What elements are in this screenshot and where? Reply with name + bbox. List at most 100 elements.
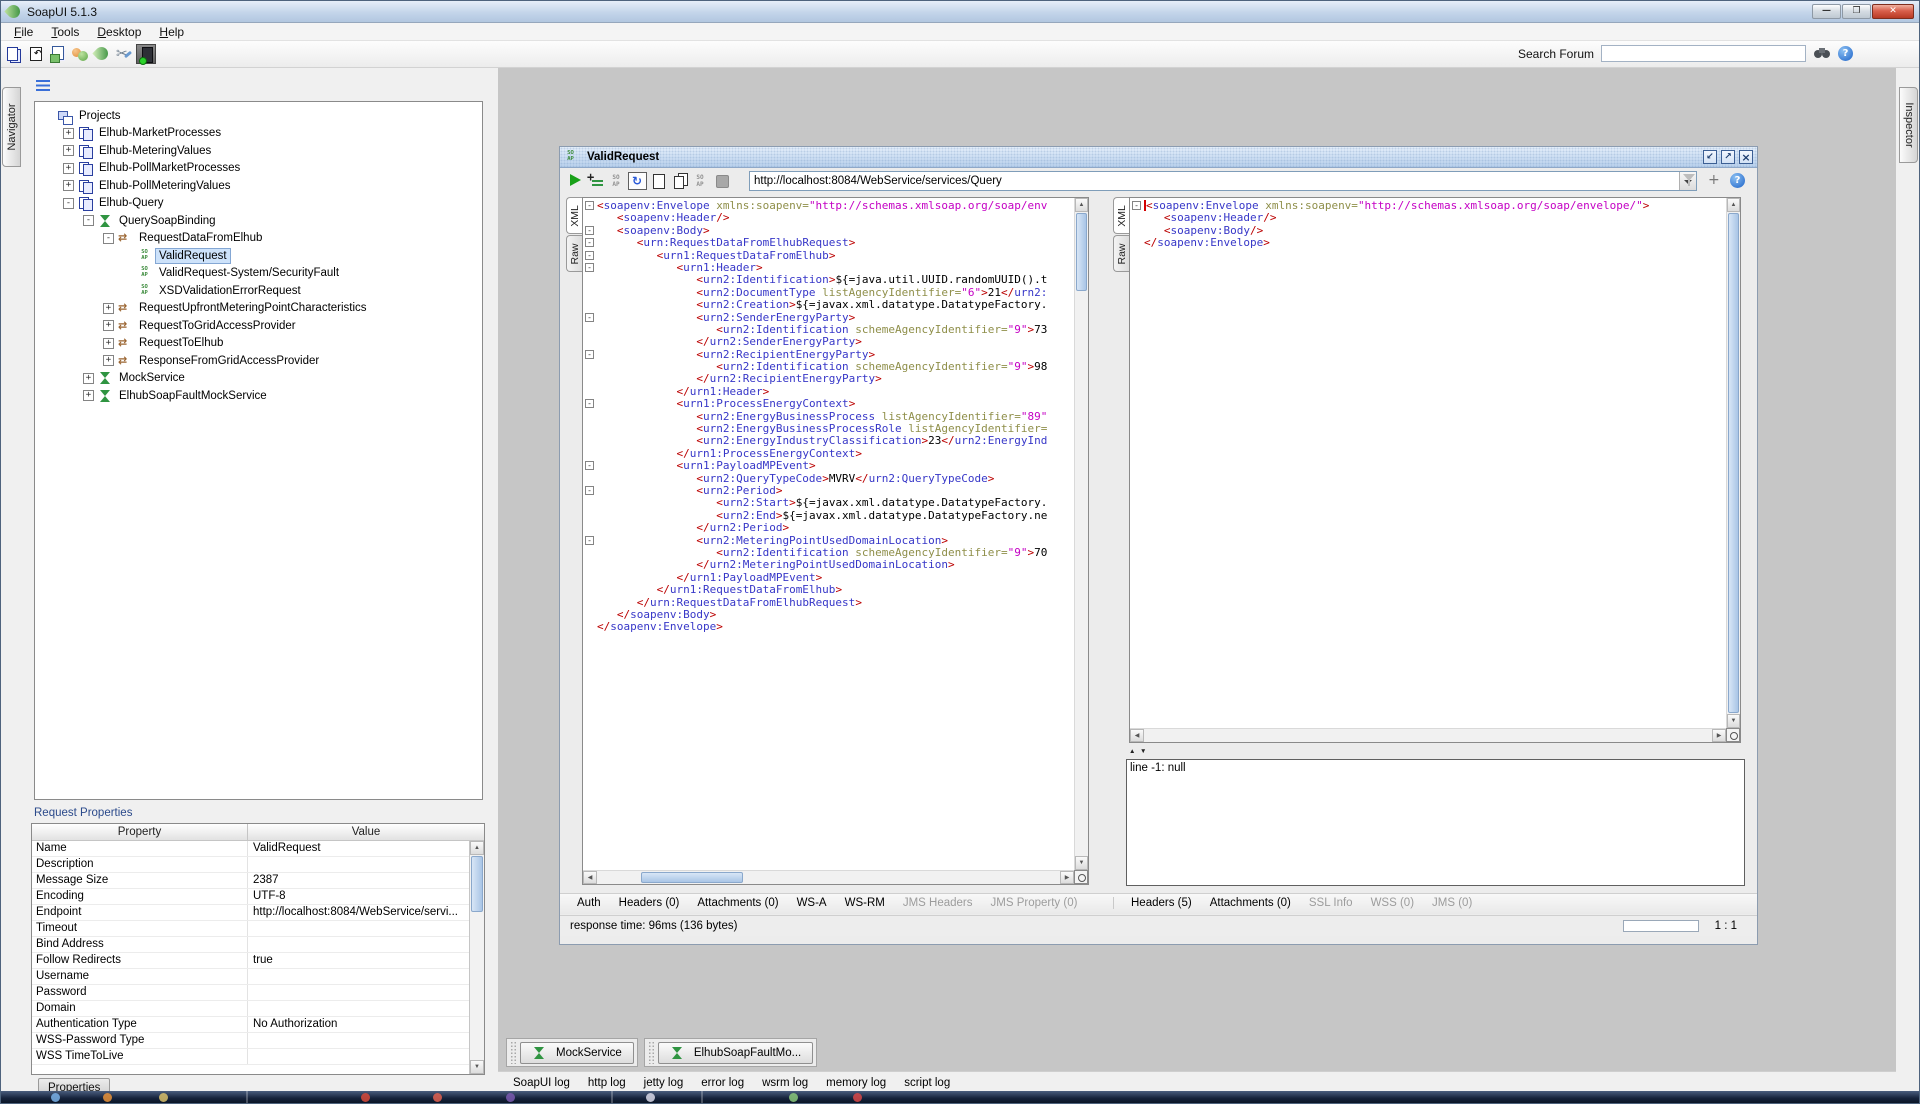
- fold-toggle-icon[interactable]: -: [585, 251, 594, 260]
- log-tab-error-log[interactable]: error log: [701, 1077, 744, 1089]
- expand-toggle-icon[interactable]: +: [103, 320, 114, 331]
- soap-action-icon[interactable]: [691, 172, 710, 190]
- tree-item-querysoapbinding[interactable]: -QuerySoapBinding: [35, 212, 482, 230]
- create-empty-request-icon[interactable]: [649, 172, 668, 190]
- taskbar-icon[interactable]: [433, 1093, 442, 1102]
- applications-icon[interactable]: [114, 44, 134, 64]
- scroll-down-icon[interactable]: [1075, 856, 1088, 870]
- tree-item-validrequest-system-securityfault[interactable]: ValidRequest-System/SecurityFault: [35, 265, 482, 283]
- property-row-follow-redirects[interactable]: Follow Redirectstrue: [32, 953, 484, 969]
- expand-toggle-icon[interactable]: +: [63, 180, 74, 191]
- log-tab-http-log[interactable]: http log: [588, 1077, 626, 1089]
- property-row-domain[interactable]: Domain: [32, 1001, 484, 1017]
- expand-toggle-icon[interactable]: +: [103, 338, 114, 349]
- tree-item-elhubsoapfaultmockservice[interactable]: +ElhubSoapFaultMockService: [35, 387, 482, 405]
- tab-headers-0[interactable]: Headers (0): [610, 897, 689, 909]
- expand-toggle-icon[interactable]: +: [103, 303, 114, 314]
- log-tab-wsrm-log[interactable]: wsrm log: [762, 1077, 808, 1089]
- property-row-wss-password-type[interactable]: WSS-Password Type: [32, 1033, 484, 1049]
- tree-item-requesttoelhub[interactable]: +RequestToElhub: [35, 335, 482, 353]
- log-tab-soapui-log[interactable]: SoapUI log: [513, 1077, 570, 1089]
- menu-help[interactable]: Help: [150, 24, 193, 40]
- property-row-encoding[interactable]: EncodingUTF-8: [32, 889, 484, 905]
- minimize-button[interactable]: —: [1812, 4, 1841, 19]
- editor-zoom-icon[interactable]: [1074, 870, 1088, 884]
- scroll-right-icon[interactable]: [1712, 729, 1726, 742]
- scroll-up-icon[interactable]: [1075, 198, 1088, 212]
- tab-attachments-0[interactable]: Attachments (0): [1201, 897, 1300, 909]
- property-row-bind-address[interactable]: Bind Address: [32, 937, 484, 953]
- tab-ws-a[interactable]: WS-A: [788, 897, 836, 909]
- taskbar-icon[interactable]: [789, 1093, 798, 1102]
- taskbar-icon[interactable]: [103, 1093, 112, 1102]
- run-icon[interactable]: [565, 172, 584, 190]
- expand-toggle-icon[interactable]: +: [83, 373, 94, 384]
- sort-down-icon[interactable]: [1140, 747, 1150, 756]
- soapui-home-icon[interactable]: [92, 44, 112, 64]
- request-xml-tab[interactable]: XML: [566, 197, 582, 234]
- recreate-request-icon[interactable]: [628, 172, 647, 190]
- add-to-testcase-icon[interactable]: [586, 172, 605, 190]
- fold-toggle-icon[interactable]: -: [585, 350, 594, 359]
- scroll-left-icon[interactable]: [1130, 729, 1144, 742]
- menu-file[interactable]: File: [5, 24, 42, 40]
- property-row-timeout[interactable]: Timeout: [32, 921, 484, 937]
- tree-item-elhub-pollmeteringvalues[interactable]: +Elhub-PollMeteringValues: [35, 177, 482, 195]
- restore-button[interactable]: ❐: [1842, 4, 1871, 19]
- request-horizontal-scrollbar[interactable]: [583, 870, 1074, 884]
- help-icon[interactable]: [1838, 46, 1853, 61]
- scroll-right-icon[interactable]: [1060, 871, 1074, 884]
- expand-toggle-icon[interactable]: +: [63, 128, 74, 139]
- add-icon[interactable]: [1706, 172, 1722, 188]
- tree-item-xsdvalidationerrorrequest[interactable]: XSDValidationErrorRequest: [35, 282, 482, 300]
- tree-item-mockservice[interactable]: +MockService: [35, 370, 482, 388]
- tree-item-requestupfrontmeteringpointcharacteristics[interactable]: +RequestUpfrontMeteringPointCharacterist…: [35, 300, 482, 318]
- collapse-toggle-icon[interactable]: -: [103, 233, 114, 244]
- fold-toggle-icon[interactable]: -: [585, 486, 594, 495]
- fold-toggle-icon[interactable]: -: [585, 461, 594, 470]
- tree-item-responsefromgridaccessprovider[interactable]: +ResponseFromGridAccessProvider: [35, 352, 482, 370]
- taskbar-icon[interactable]: [506, 1093, 515, 1102]
- request-xml-content[interactable]: -<soapenv:Envelope xmlns:soapenv="http:/…: [583, 198, 1074, 870]
- taskbar-icon[interactable]: [853, 1093, 862, 1102]
- close-window-icon[interactable]: [1739, 150, 1753, 164]
- tab-auth[interactable]: Auth: [568, 897, 610, 909]
- property-row-authentication-type[interactable]: Authentication TypeNo Authorization: [32, 1017, 484, 1033]
- collapse-toggle-icon[interactable]: -: [83, 215, 94, 226]
- tab-attachments-0[interactable]: Attachments (0): [688, 897, 787, 909]
- tree-item-requestdatafromelhub[interactable]: -RequestDataFromElhub: [35, 230, 482, 248]
- sort-up-icon[interactable]: [1129, 747, 1139, 756]
- minimized-window-elhubsoapfaultmo[interactable]: ElhubSoapFaultMo...: [658, 1042, 813, 1064]
- log-tab-jetty-log[interactable]: jetty log: [644, 1077, 684, 1089]
- fold-toggle-icon[interactable]: -: [585, 201, 594, 210]
- editor-zoom-icon[interactable]: [1726, 728, 1740, 742]
- scroll-thumb[interactable]: [1076, 213, 1087, 291]
- save-all-projects-icon[interactable]: [48, 44, 68, 64]
- tree-item-projects[interactable]: Projects: [35, 107, 482, 125]
- expand-toggle-icon[interactable]: +: [63, 145, 74, 156]
- maximize-window-icon[interactable]: [1721, 150, 1735, 164]
- soap-mock-icon[interactable]: [607, 172, 626, 190]
- request-xml-editor[interactable]: -<soapenv:Envelope xmlns:soapenv="http:/…: [582, 197, 1089, 885]
- tree-item-elhub-marketprocesses[interactable]: +Elhub-MarketProcesses: [35, 125, 482, 143]
- cancel-icon[interactable]: [712, 172, 731, 190]
- menu-desktop[interactable]: Desktop: [88, 24, 150, 40]
- log-tab-memory-log[interactable]: memory log: [826, 1077, 886, 1089]
- tree-item-elhub-meteringvalues[interactable]: +Elhub-MeteringValues: [35, 142, 482, 160]
- validation-error-list[interactable]: line -1: null: [1126, 759, 1745, 886]
- response-xml-content[interactable]: -<soapenv:Envelope xmlns:soapenv="http:/…: [1130, 198, 1726, 728]
- tree-item-elhub-pollmarketprocesses[interactable]: +Elhub-PollMarketProcesses: [35, 160, 482, 178]
- new-wsdl-project-icon[interactable]: [4, 44, 24, 64]
- fold-toggle-icon[interactable]: -: [585, 226, 594, 235]
- property-row-message-size[interactable]: Message Size2387: [32, 873, 484, 889]
- taskbar-icon[interactable]: [51, 1093, 60, 1102]
- request-raw-tab[interactable]: Raw: [566, 235, 582, 272]
- property-row-endpoint[interactable]: Endpointhttp://localhost:8084/WebService…: [32, 905, 484, 921]
- taskbar-icon[interactable]: [646, 1093, 655, 1102]
- tab-ws-rm[interactable]: WS-RM: [836, 897, 894, 909]
- search-forum-input[interactable]: [1601, 45, 1806, 62]
- search-icon[interactable]: [1813, 47, 1831, 61]
- scroll-left-icon[interactable]: [583, 871, 597, 884]
- property-row-name[interactable]: NameValidRequest: [32, 841, 484, 857]
- minimized-window-mockservice[interactable]: MockService: [520, 1042, 634, 1064]
